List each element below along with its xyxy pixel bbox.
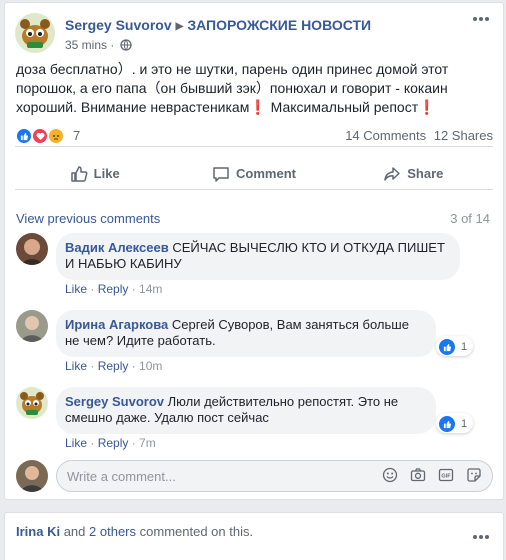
comment-input[interactable]: Write a comment... GIF (56, 460, 493, 492)
share-label: Share (407, 166, 444, 181)
activity-rest: commented on this. (139, 524, 254, 539)
post-header: Sergey Suvorov ▶ ЗАПОРОЖСКИЕ НОВОСТИ 35 mi… (15, 13, 493, 57)
view-previous-comments[interactable]: View previous comments (16, 211, 160, 226)
comment-input-placeholder: Write a comment... (67, 469, 176, 484)
globe-icon[interactable] (120, 39, 132, 51)
reaction-count[interactable]: 7 (73, 128, 80, 143)
page-name[interactable]: ЗАПОРОЖСКИЕ НОВОСТИ (187, 17, 371, 33)
comment-bubble: Ирина Агаркова Сергей Суворов, Вам занят… (56, 310, 436, 357)
comment-actions: Like · Reply · 7m (65, 436, 156, 450)
current-user-avatar (16, 460, 48, 492)
post-options-icon[interactable] (469, 13, 493, 33)
comment-reaction-count: 1 (461, 418, 468, 430)
emoji-icon[interactable] (376, 467, 404, 483)
comment-time[interactable]: 7m (139, 436, 156, 450)
shares-count[interactable]: 12 Shares (434, 128, 493, 143)
camera-icon[interactable] (404, 467, 432, 483)
svg-text:GIF: GIF (441, 474, 451, 480)
activity-card: Irina Ki and 2 others commented on this. (4, 512, 504, 560)
comment-time[interactable]: 14m (139, 282, 162, 296)
comment-reaction-count: 1 (461, 341, 468, 353)
comment-item: Sergey Suvorov Люли действительно репост… (16, 387, 493, 450)
comment-reactions[interactable]: 1 (436, 336, 474, 356)
reaction-icons[interactable] (15, 127, 65, 145)
comments-count[interactable]: 14 Comments (345, 128, 426, 143)
author-name[interactable]: Sergey Suvorov (65, 17, 172, 33)
comment-input-icons: GIF (376, 467, 488, 483)
arrow-right-icon: ▶ (175, 21, 184, 32)
share-button[interactable]: Share (334, 158, 493, 189)
comment-reply-link[interactable]: Reply (98, 436, 129, 450)
commenter-avatar[interactable] (16, 233, 48, 265)
comment-actions: Like · Reply · 10m (65, 359, 163, 373)
comment-label: Comment (236, 166, 296, 181)
commenter-avatar[interactable] (16, 387, 48, 419)
post-actions: Like Comment Share (15, 158, 493, 190)
like-label: Like (93, 166, 120, 181)
comment-icon (213, 166, 229, 182)
gif-icon[interactable]: GIF (432, 467, 460, 483)
comment-reply-link[interactable]: Reply (98, 359, 129, 373)
like-reaction-icon (439, 339, 455, 355)
sticker-icon[interactable] (460, 467, 488, 483)
comment-page-count: 3 of 14 (450, 211, 490, 226)
thumbs-up-icon (70, 165, 88, 182)
activity-and: and (63, 524, 86, 539)
post-meta: 35 mins · (65, 38, 132, 52)
comment-like-link[interactable]: Like (65, 436, 87, 450)
commenter-name[interactable]: Вадик Алексеев (65, 240, 169, 255)
comment-bubble: Вадик Алексеев СЕЙЧАС ВЫЧЕСЛЮ КТО И ОТКУ… (56, 233, 460, 280)
share-icon (384, 166, 400, 181)
activity-options-icon[interactable] (473, 527, 497, 541)
comment-like-link[interactable]: Like (65, 282, 87, 296)
like-reaction-icon (439, 416, 455, 432)
like-button[interactable]: Like (15, 158, 174, 189)
comment-like-link[interactable]: Like (65, 359, 87, 373)
angry-reaction-icon (47, 127, 65, 145)
comment-button[interactable]: Comment (174, 158, 333, 189)
comment-bubble: Sergey Suvorov Люли действительно репост… (56, 387, 436, 434)
write-comment-row: Write a comment... GIF (16, 460, 493, 494)
activity-user-name[interactable]: Irina Ki (16, 524, 60, 539)
reactions-bar: 7 14 Comments 12 Shares (15, 123, 493, 147)
author-avatar[interactable] (15, 13, 55, 53)
comment-reply-link[interactable]: Reply (98, 282, 129, 296)
commenter-name[interactable]: Ирина Агаркова (65, 317, 168, 332)
comment-reactions[interactable]: 1 (436, 413, 474, 433)
post-card: Sergey Suvorov ▶ ЗАПОРОЖСКИЕ НОВОСТИ 35 mi… (4, 2, 504, 500)
comment-item: Вадик Алексеев СЕЙЧАС ВЫЧЕСЛЮ КТО И ОТКУ… (16, 233, 493, 296)
commenter-avatar[interactable] (16, 310, 48, 342)
activity-others-link[interactable]: 2 others (89, 524, 136, 539)
activity-text: Irina Ki and 2 others commented on this. (16, 524, 253, 539)
post-time[interactable]: 35 mins (65, 38, 107, 52)
commenter-name[interactable]: Sergey Suvorov (65, 394, 164, 409)
post-text: доза бесплатно）. и это не шутки, парень … (16, 61, 449, 115)
comment-item: Ирина Агаркова Сергей Суворов, Вам занят… (16, 310, 493, 373)
post-counts: 14 Comments 12 Shares (341, 128, 493, 143)
comment-actions: Like · Reply · 14m (65, 282, 163, 296)
post-author-line: Sergey Suvorov ▶ ЗАПОРОЖСКИЕ НОВОСТИ (65, 17, 371, 33)
comment-time[interactable]: 10m (139, 359, 162, 373)
